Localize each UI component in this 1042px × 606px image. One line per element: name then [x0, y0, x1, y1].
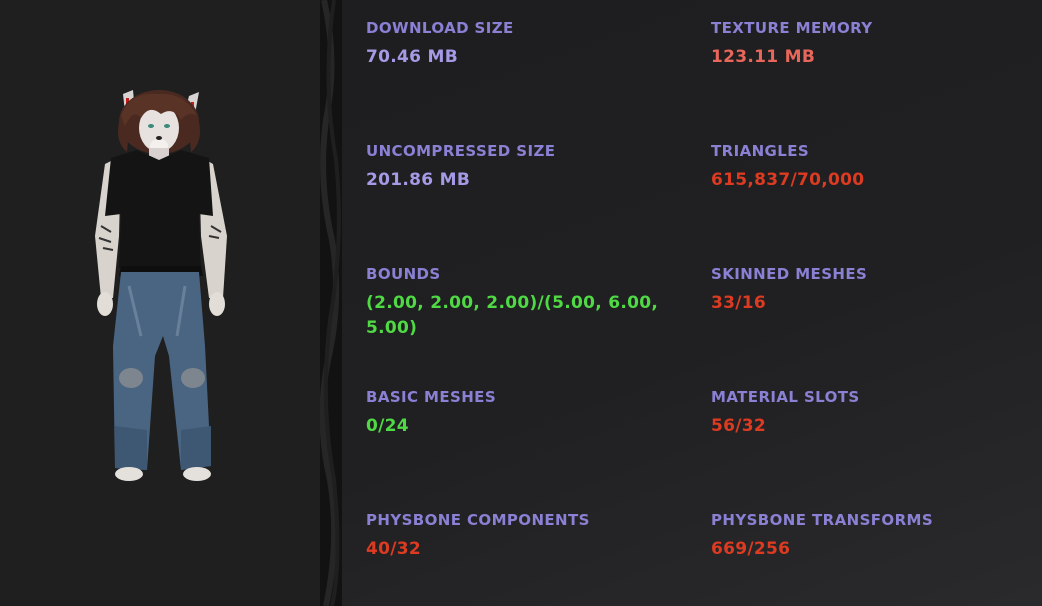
stat-value: 669/256	[711, 539, 791, 559]
stat-value: 70.46 MB	[366, 47, 458, 67]
stat-label: SKINNED MESHES	[711, 265, 868, 283]
stat-label: PHYSBONE TRANSFORMS	[711, 511, 934, 529]
avatar-preview-icon	[85, 86, 235, 484]
stat-label: BOUNDS	[366, 265, 441, 283]
stat-value: 56/32	[711, 416, 767, 436]
stat-value: 33/16	[711, 293, 767, 313]
panel-divider	[320, 0, 342, 606]
stat-label: PHYSBONE COMPONENTS	[366, 511, 590, 529]
avatar-preview-panel	[0, 0, 320, 606]
stat-material-slots: MATERIAL SLOTS 56/32	[711, 388, 1031, 439]
avatar-performance-screen: DOWNLOAD SIZE 70.46 MB TEXTURE MEMORY 123.1…	[0, 0, 1042, 606]
stat-download-size: DOWNLOAD SIZE 70.46 MB	[366, 19, 666, 70]
stat-label: UNCOMPRESSED SIZE	[366, 142, 556, 160]
stat-label: TEXTURE MEMORY	[711, 19, 873, 37]
stat-texture-memory: TEXTURE MEMORY 123.11 MB	[711, 19, 1031, 70]
stat-label: BASIC MESHES	[366, 388, 497, 406]
stat-value: 40/32	[366, 539, 422, 559]
stat-physbone-components: PHYSBONE COMPONENTS 40/32	[366, 511, 666, 562]
stat-value: (2.00, 2.00, 2.00)/(5.00, 6.00, 5.00)	[366, 293, 659, 338]
stat-bounds: BOUNDS (2.00, 2.00, 2.00)/(5.00, 6.00, 5.…	[366, 265, 666, 341]
stat-triangles: TRIANGLES 615,837/70,000	[711, 142, 1031, 193]
stat-label: TRIANGLES	[711, 142, 810, 160]
stat-basic-meshes: BASIC MESHES 0/24	[366, 388, 666, 439]
stat-skinned-meshes: SKINNED MESHES 33/16	[711, 265, 1031, 316]
stat-physbone-transforms: PHYSBONE TRANSFORMS 669/256	[711, 511, 1031, 562]
stat-uncompressed-size: UNCOMPRESSED SIZE 201.86 MB	[366, 142, 666, 193]
stat-value: 0/24	[366, 416, 409, 436]
stat-value: 201.86 MB	[366, 170, 471, 190]
stat-value: 123.11 MB	[711, 47, 816, 67]
stat-label: DOWNLOAD SIZE	[366, 19, 514, 37]
stat-value: 615,837/70,000	[711, 170, 865, 190]
stat-label: MATERIAL SLOTS	[711, 388, 860, 406]
